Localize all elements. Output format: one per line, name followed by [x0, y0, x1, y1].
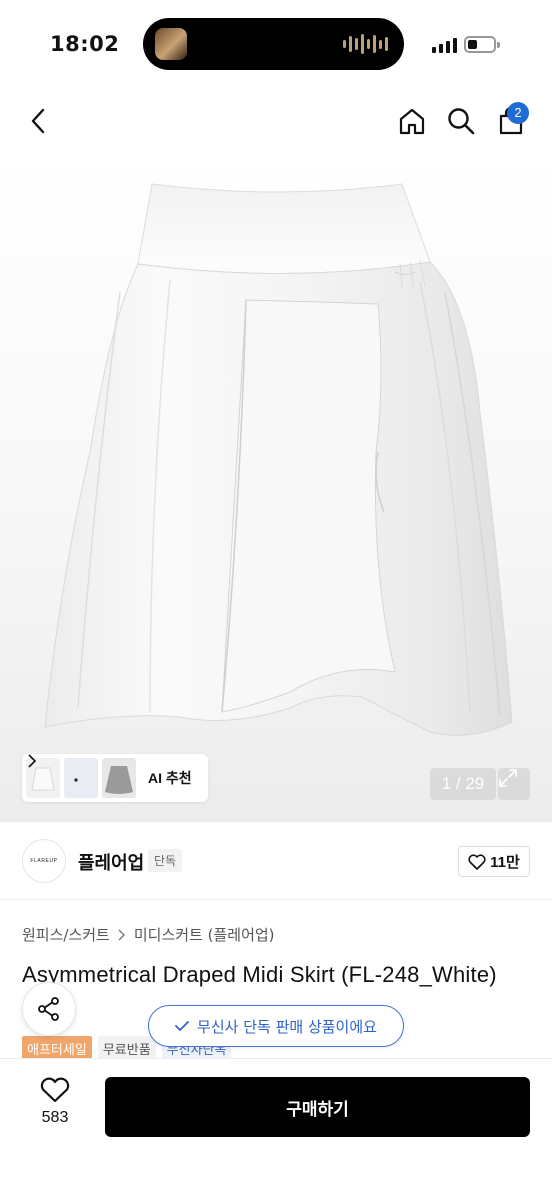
thumbnail-2[interactable]: [64, 758, 98, 798]
home-button[interactable]: [395, 104, 429, 138]
cellular-signal-icon: [432, 38, 457, 53]
image-page-counter: 1 / 29: [430, 768, 496, 800]
heart-icon: [468, 853, 486, 870]
wishlist-count: 583: [41, 1109, 69, 1126]
share-button[interactable]: [22, 982, 76, 1036]
audio-wave-icon: [343, 33, 388, 55]
ai-recommend-strip[interactable]: AI 추천: [22, 754, 208, 802]
exclusive-badge: 단독: [148, 849, 183, 872]
chevron-right-icon: [28, 754, 36, 768]
status-time: 18:02: [50, 32, 120, 56]
breadcrumb: 원피스/스커트 미디스커트 (플레어업): [22, 924, 275, 945]
chevron-left-icon: [31, 108, 45, 134]
now-playing-artwork: [155, 28, 187, 60]
brand-like-button[interactable]: 11만: [458, 846, 530, 877]
back-button[interactable]: [22, 104, 56, 138]
bottom-action-bar: 583 구매하기: [0, 1058, 552, 1200]
buy-button[interactable]: 구매하기: [105, 1077, 530, 1137]
top-nav: [0, 90, 552, 152]
ai-recommend-label: AI 추천: [148, 770, 192, 786]
battery-icon: [464, 36, 500, 53]
brand-name[interactable]: 플레어업: [78, 849, 144, 875]
brand-logo[interactable]: FLAREUP: [22, 839, 66, 883]
brand-row: FLAREUP 플레어업 단독 11만: [0, 822, 552, 900]
product-image-gallery[interactable]: AI 추천 1 / 29: [0, 152, 552, 822]
status-bar: 18:02: [0, 0, 552, 90]
wishlist-button[interactable]: 583: [20, 1077, 90, 1127]
home-icon: [399, 108, 425, 135]
dynamic-island: [143, 18, 404, 70]
toast-message: 무신사 단독 판매 상품이에요: [197, 1017, 377, 1036]
expand-icon: [499, 769, 517, 787]
exclusive-toast: 무신사 단독 판매 상품이에요: [148, 1005, 404, 1047]
check-icon: [175, 1021, 189, 1031]
product-image: [44, 183, 513, 736]
chevron-right-icon: [118, 929, 125, 940]
product-title: Asymmetrical Draped Midi Skirt (FL-248_W…: [22, 962, 497, 987]
breadcrumb-item[interactable]: 원피스/스커트: [22, 924, 110, 945]
brand-like-count: 11만: [490, 854, 520, 871]
search-icon: [448, 108, 475, 135]
share-icon: [38, 997, 59, 1021]
search-button[interactable]: [444, 104, 478, 138]
thumbnail-3[interactable]: [102, 758, 136, 798]
cart-count-badge: 2: [507, 102, 529, 124]
expand-image-button[interactable]: [498, 768, 530, 800]
breadcrumb-item[interactable]: 미디스커트 (플레어업): [134, 924, 275, 945]
heart-icon: [40, 1077, 70, 1103]
